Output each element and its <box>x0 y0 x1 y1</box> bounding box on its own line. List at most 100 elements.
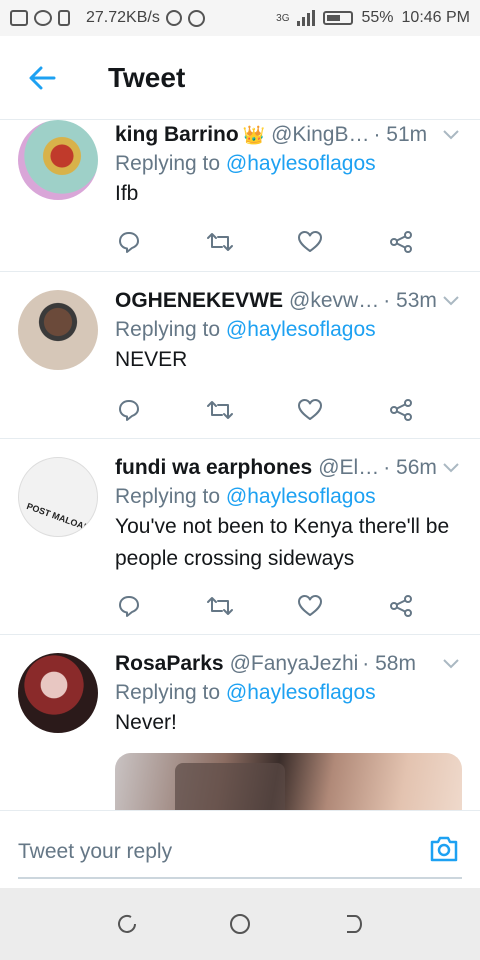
tweet-menu-button[interactable] <box>440 457 462 479</box>
avatar[interactable]: POST MALOAN <box>18 457 98 537</box>
heart-icon <box>298 231 323 252</box>
tweet-text: Never! <box>115 711 177 734</box>
share-icon <box>389 595 412 617</box>
avatar[interactable] <box>18 120 98 200</box>
share-button[interactable] <box>387 396 415 424</box>
retweet-button[interactable] <box>206 228 234 256</box>
tweet-header: OGHENEKEVWE @kevw… · 53m <box>115 286 462 316</box>
share-icon <box>389 399 412 421</box>
back-nav-icon <box>347 915 363 933</box>
back-button[interactable] <box>0 36 84 120</box>
tweet-time: · 53m <box>383 289 437 312</box>
signal-icon <box>297 10 316 26</box>
reply-button[interactable] <box>115 592 143 620</box>
tweet-text: You've not been to Kenya there'll be peo… <box>115 515 450 570</box>
battery-saver-icon <box>58 10 70 26</box>
author-name[interactable]: RosaParks <box>115 652 224 676</box>
battery-level: 55% <box>361 9 394 26</box>
reply-button[interactable] <box>115 396 143 424</box>
heart-icon <box>298 399 323 420</box>
author-name[interactable]: OGHENEKEVWE <box>115 289 283 313</box>
share-button[interactable] <box>387 228 415 256</box>
data-saver-icon <box>165 10 182 26</box>
author-name[interactable]: fundi wa earphones <box>115 456 312 480</box>
reply-input[interactable] <box>18 833 418 871</box>
tweet-time: · 56m <box>383 456 437 479</box>
like-button[interactable] <box>296 228 324 256</box>
page-title: Tweet <box>108 61 186 93</box>
battery-icon <box>323 11 354 25</box>
network-speed: 27.72KB/s <box>86 9 160 26</box>
arrow-left-icon <box>29 66 56 89</box>
network-type: 3G <box>276 12 290 24</box>
tweet-time: · 51m <box>373 123 428 146</box>
retweet-button[interactable] <box>206 592 234 620</box>
camera-button[interactable] <box>428 833 460 865</box>
retweet-icon <box>206 597 233 615</box>
reply-bubble-icon <box>119 232 139 253</box>
tweet-header: RosaParks @FanyaJezhi · 58m <box>115 649 462 679</box>
reply-button[interactable] <box>115 228 143 256</box>
mention-link[interactable]: @haylesoflagos <box>226 681 376 704</box>
heart-icon <box>298 595 323 616</box>
tweet-actions <box>115 228 415 256</box>
replying-to: Replying to @haylesoflagos <box>115 152 462 176</box>
home-button[interactable] <box>226 910 254 938</box>
like-button[interactable] <box>296 396 324 424</box>
system-nav-bar <box>0 888 480 960</box>
tweet-menu-button[interactable] <box>440 124 462 146</box>
reply-bubble-icon <box>119 400 139 421</box>
reply-bubble-icon <box>119 596 139 617</box>
chevron-down-icon <box>443 296 459 306</box>
retweet-button[interactable] <box>206 396 234 424</box>
camera-icon <box>430 836 458 862</box>
chevron-down-icon <box>443 659 459 669</box>
replying-label: Replying to <box>115 485 221 508</box>
tweet-media-image[interactable] <box>115 753 462 810</box>
share-icon <box>389 231 412 253</box>
tweet-menu-button[interactable] <box>440 290 462 312</box>
whatsapp-icon <box>34 10 52 26</box>
avatar[interactable] <box>18 653 98 733</box>
reply-underline <box>18 877 462 879</box>
tweet-text: Ifb <box>115 182 139 205</box>
home-icon <box>229 914 250 934</box>
recents-button[interactable] <box>113 910 141 938</box>
screenshot-icon <box>10 10 28 26</box>
author-handle: @FanyaJezhi <box>229 652 359 675</box>
tweet-item[interactable]: king Barrino 👑 @KingB… · 51m Replying to… <box>0 120 480 272</box>
status-bar: 27.72KB/s 3G 55% 10:46 PM <box>0 0 480 36</box>
recents-icon <box>117 914 136 933</box>
avatar[interactable] <box>18 290 98 370</box>
tweet-actions <box>115 592 415 620</box>
chevron-down-icon <box>443 130 459 140</box>
back-nav-button[interactable] <box>339 910 367 938</box>
retweet-icon <box>206 401 233 419</box>
tweet-header: king Barrino 👑 @KingB… · 51m <box>115 120 462 150</box>
replying-label: Replying to <box>115 318 221 341</box>
mention-link[interactable]: @haylesoflagos <box>226 318 376 341</box>
tweet-item[interactable]: OGHENEKEVWE @kevw… · 53m Replying to @ha… <box>0 272 480 439</box>
replying-label: Replying to <box>115 152 221 175</box>
replying-to: Replying to @haylesoflagos <box>115 318 462 342</box>
clock: 10:46 PM <box>401 9 470 26</box>
chevron-down-icon <box>443 463 459 473</box>
share-button[interactable] <box>387 592 415 620</box>
tweet-menu-button[interactable] <box>440 653 462 675</box>
mention-link[interactable]: @haylesoflagos <box>226 485 376 508</box>
like-button[interactable] <box>296 592 324 620</box>
author-handle: @El… <box>318 456 380 479</box>
author-name[interactable]: king Barrino <box>115 123 239 147</box>
reply-feed[interactable]: king Barrino 👑 @KingB… · 51m Replying to… <box>0 120 480 810</box>
retweet-icon <box>206 233 233 251</box>
tweet-header: fundi wa earphones @El… · 56m <box>115 453 462 483</box>
tweet-item[interactable]: RosaParks @FanyaJezhi · 58m Replying to … <box>0 635 480 810</box>
replying-to: Replying to @haylesoflagos <box>115 485 462 509</box>
app-header: Tweet <box>0 36 480 120</box>
tweet-item[interactable]: POST MALOAN fundi wa earphones @El… · 56… <box>0 439 480 635</box>
crown-icon: 👑 <box>242 124 266 145</box>
tweet-actions <box>115 396 415 424</box>
mention-link[interactable]: @haylesoflagos <box>226 152 376 175</box>
author-handle: @KingB… <box>271 123 370 146</box>
author-handle: @kevw… <box>289 289 380 312</box>
